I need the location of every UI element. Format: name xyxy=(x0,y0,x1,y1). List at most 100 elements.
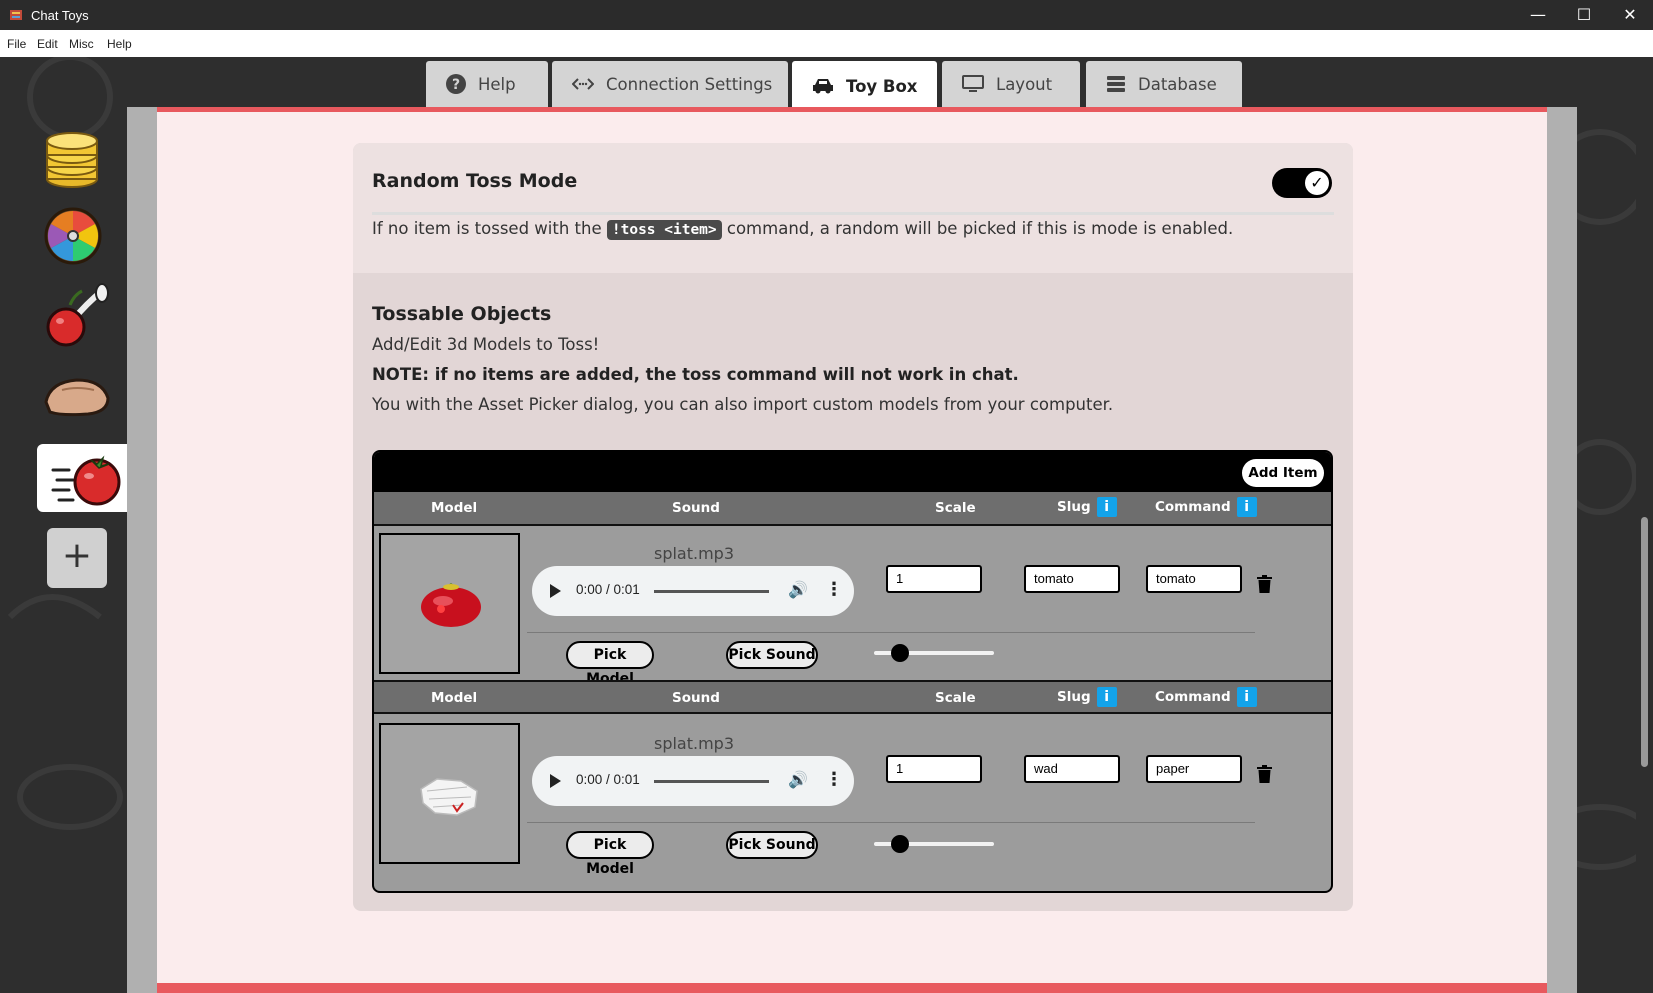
menu-edit[interactable]: Edit xyxy=(37,37,58,51)
tossable-line-3: You with the Asset Picker dialog, you ca… xyxy=(372,395,1114,414)
app-icon xyxy=(10,10,22,20)
window-title: Chat Toys xyxy=(31,8,89,23)
tab-help[interactable]: ? Help xyxy=(426,61,548,107)
pick-model-button[interactable]: Pick Model xyxy=(566,641,654,687)
audio-player: 0:00 / 0:01 🔊 ⋮ xyxy=(532,756,854,806)
scale-input[interactable]: 1 xyxy=(886,565,982,593)
slug-input[interactable]: tomato xyxy=(1024,565,1120,593)
trash-icon[interactable] xyxy=(1257,765,1272,783)
command-info-icon[interactable]: i xyxy=(1236,497,1257,517)
paper-ball-model-icon xyxy=(420,778,478,816)
table-header-row: Model Sound Scale Slug i Command i xyxy=(374,492,1331,526)
check-icon: ✓ xyxy=(1305,171,1329,195)
header-model: Model xyxy=(431,690,478,706)
car-icon xyxy=(813,79,833,94)
play-icon[interactable] xyxy=(550,774,561,788)
slug-input[interactable]: wad xyxy=(1024,755,1120,783)
sidebar-item-coins[interactable] xyxy=(38,125,128,195)
table-header-row: Model Sound Scale Slug i Command i xyxy=(374,680,1331,714)
sound-filename: splat.mp3 xyxy=(653,544,735,563)
more-options-icon[interactable]: ⋮ xyxy=(825,769,843,790)
command-info-icon[interactable]: i xyxy=(1236,687,1257,707)
scale-slider[interactable] xyxy=(874,835,994,853)
random-toss-title: Random Toss Mode xyxy=(372,170,578,192)
menu-misc[interactable]: Misc xyxy=(69,37,94,51)
tossable-note: NOTE: if no items are added, the toss co… xyxy=(372,365,1019,384)
tab-connection-settings[interactable]: Connection Settings xyxy=(552,61,788,107)
header-slug: Slug i xyxy=(1057,497,1117,517)
audio-player: 0:00 / 0:01 🔊 ⋮ xyxy=(532,566,854,616)
row-divider xyxy=(527,822,1255,823)
header-command: Command i xyxy=(1155,497,1257,517)
header-command-label: Command xyxy=(1155,689,1231,705)
toss-command-code: !toss <item> xyxy=(606,220,722,240)
header-command: Command i xyxy=(1155,687,1257,707)
title-bar: Chat Toys — ☐ ✕ xyxy=(0,0,1653,30)
volume-icon[interactable]: 🔊 xyxy=(788,770,808,789)
random-toss-toggle[interactable]: ✓ xyxy=(1272,168,1332,198)
maximize-button[interactable]: ☐ xyxy=(1561,0,1607,30)
tossable-table: Add Item Model Sound Scale Slug i Command… xyxy=(372,450,1333,893)
header-scale: Scale xyxy=(935,690,976,706)
more-options-icon[interactable]: ⋮ xyxy=(825,579,843,600)
minimize-button[interactable]: — xyxy=(1515,0,1561,30)
volume-icon[interactable]: 🔊 xyxy=(788,580,808,599)
header-slug-label: Slug xyxy=(1057,499,1091,515)
tab-label: Database xyxy=(1138,74,1217,94)
audio-progress-bar[interactable] xyxy=(654,590,769,593)
sidebar-item-wheel[interactable] xyxy=(38,204,128,274)
desc-pre: If no item is tossed with the xyxy=(372,219,602,238)
header-sound: Sound xyxy=(672,690,720,706)
menu-file[interactable]: File xyxy=(7,37,26,51)
tab-toy-box[interactable]: Toy Box xyxy=(792,61,937,111)
tab-layout[interactable]: Layout xyxy=(942,61,1080,107)
sidebar-item-hand[interactable] xyxy=(38,362,128,432)
tab-label: Connection Settings xyxy=(606,74,773,94)
next-section-bar xyxy=(157,983,1547,993)
database-icon xyxy=(1107,76,1125,92)
slider-thumb[interactable] xyxy=(891,835,909,853)
hand-icon xyxy=(44,378,110,417)
slider-thumb[interactable] xyxy=(891,644,909,662)
tomato-model-icon xyxy=(421,583,481,627)
model-preview[interactable] xyxy=(379,533,520,674)
play-icon[interactable] xyxy=(550,584,561,598)
slug-info-icon[interactable]: i xyxy=(1096,687,1117,707)
add-item-button[interactable]: Add Item xyxy=(1242,459,1324,487)
app-area: ? Help Connection Settings Toy Box Layou… xyxy=(0,57,1653,993)
cherry-bomb-icon xyxy=(46,283,109,347)
audio-time: 0:00 / 0:01 xyxy=(576,582,640,597)
command-input[interactable]: tomato xyxy=(1146,565,1242,593)
model-preview[interactable] xyxy=(379,723,520,864)
pick-sound-button[interactable]: Pick Sound xyxy=(726,831,818,859)
monitor-icon xyxy=(962,75,984,92)
scale-input[interactable]: 1 xyxy=(886,755,982,783)
random-toss-description: If no item is tossed with the !toss <ite… xyxy=(372,219,1233,240)
scale-slider[interactable] xyxy=(874,644,994,662)
header-scale: Scale xyxy=(935,500,976,516)
header-model: Model xyxy=(431,500,478,516)
header-slug-label: Slug xyxy=(1057,689,1091,705)
sidebar-item-tomato-toss[interactable] xyxy=(37,444,127,512)
header-sound: Sound xyxy=(672,500,720,516)
pick-sound-button[interactable]: Pick Sound xyxy=(726,641,818,669)
code-arrows-icon xyxy=(572,78,594,90)
slug-info-icon[interactable]: i xyxy=(1096,497,1117,517)
sidebar-item-cherry-bomb[interactable] xyxy=(38,283,128,353)
wheel-icon xyxy=(44,207,102,265)
menu-help[interactable]: Help xyxy=(107,37,132,51)
scrollbar-thumb[interactable] xyxy=(1641,517,1648,767)
random-toss-section: Random Toss Mode ✓ If no item is tossed … xyxy=(353,143,1353,273)
pick-model-button[interactable]: Pick Model xyxy=(566,831,654,877)
table-toolbar: Add Item xyxy=(374,452,1331,492)
add-toy-button[interactable]: + xyxy=(47,528,107,588)
trash-icon[interactable] xyxy=(1257,575,1272,593)
header-slug: Slug i xyxy=(1057,687,1117,707)
audio-progress-bar[interactable] xyxy=(654,780,769,783)
divider xyxy=(372,212,1334,215)
svg-text:?: ? xyxy=(452,77,460,93)
close-button[interactable]: ✕ xyxy=(1607,0,1653,30)
tab-database[interactable]: Database xyxy=(1086,61,1242,107)
tab-label: Layout xyxy=(996,74,1053,94)
command-input[interactable]: paper xyxy=(1146,755,1242,783)
